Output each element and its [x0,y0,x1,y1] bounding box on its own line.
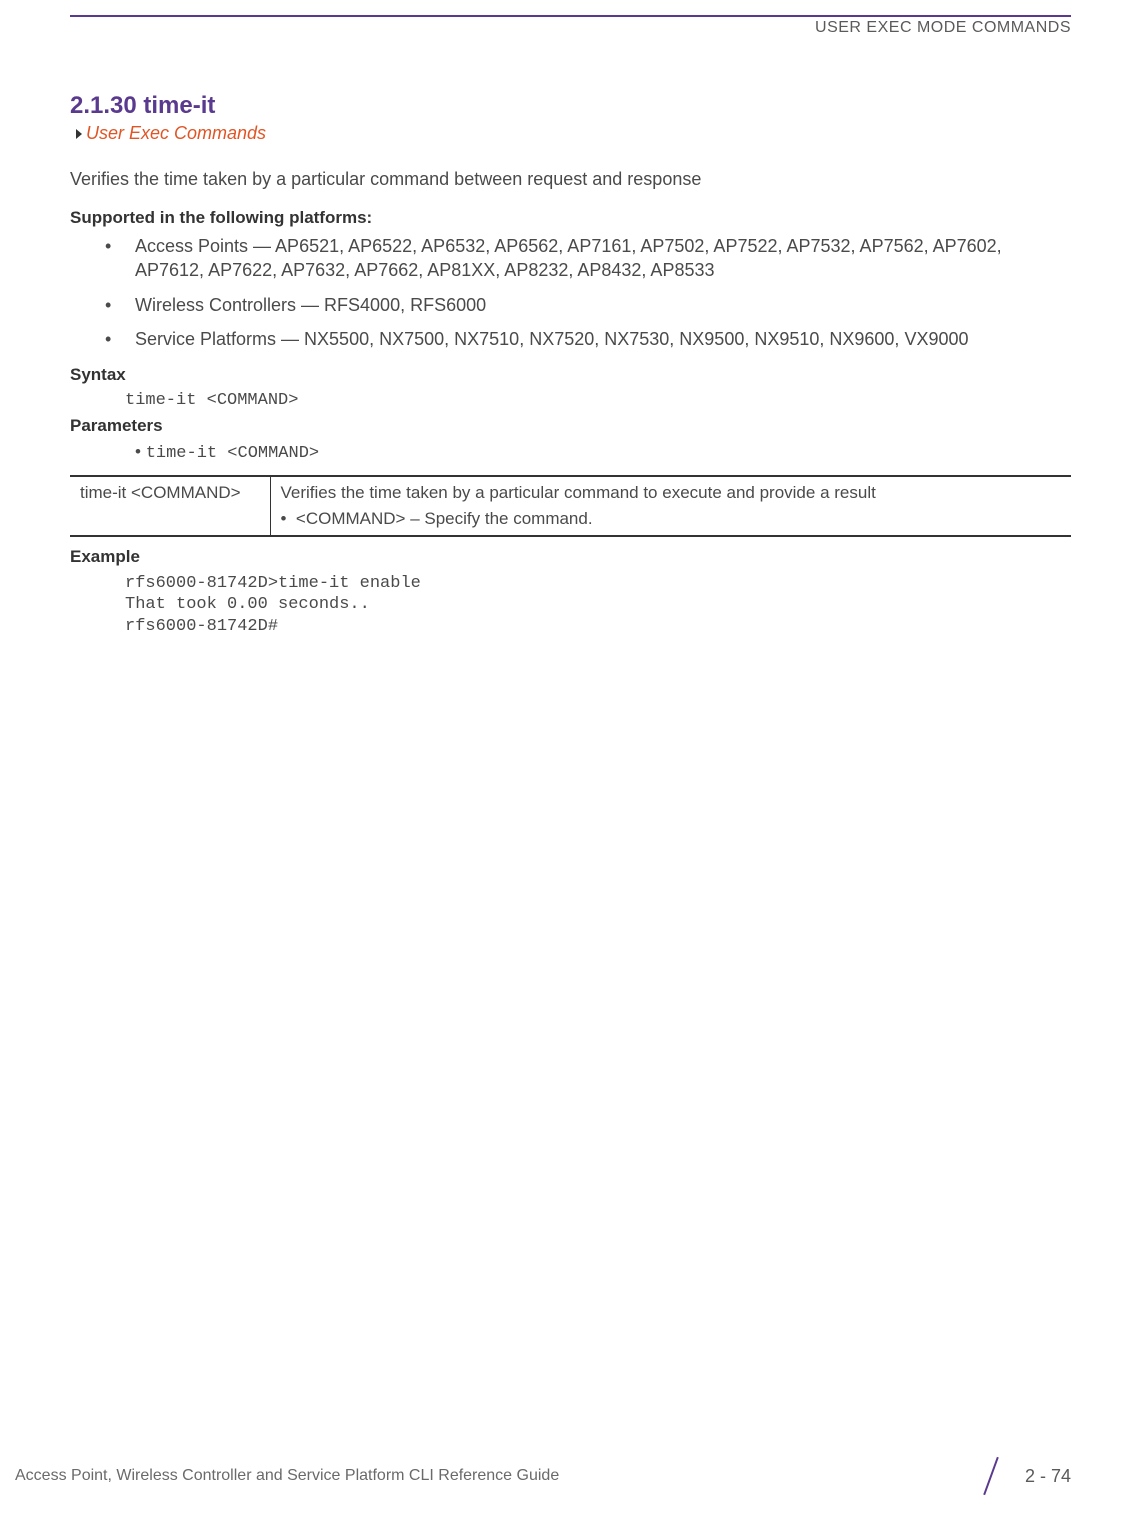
supported-heading: Supported in the following platforms: [70,208,1071,228]
footer-slash-icon [970,1456,1010,1496]
section-description: Verifies the time taken by a particular … [70,169,1071,190]
breadcrumb-link[interactable]: User Exec Commands [86,123,266,144]
parameters-bullet: time-it <COMMAND> [135,442,1071,463]
example-code: rfs6000-81742D>time-it enable That took … [125,573,1071,637]
page-footer: Access Point, Wireless Controller and Se… [0,1456,1126,1496]
param-desc-line: Verifies the time taken by a particular … [281,483,1062,503]
header-title: USER EXEC MODE COMMANDS [70,19,1071,37]
page-content: USER EXEC MODE COMMANDS 2.1.30 time-it U… [0,0,1126,637]
footer-right: 2 - 74 [970,1456,1071,1496]
table-row: time-it <COMMAND> Verifies the time take… [70,476,1071,536]
param-name-cell: time-it <COMMAND> [70,476,270,536]
breadcrumb-arrow-icon [76,129,82,139]
footer-guide-title: Access Point, Wireless Controller and Se… [15,1467,559,1485]
list-item: Access Points — AP6521, AP6522, AP6532, … [105,234,1071,283]
list-item: Wireless Controllers — RFS4000, RFS6000 [105,293,1071,317]
syntax-code: time-it <COMMAND> [125,391,1071,410]
page-number: 2 - 74 [1025,1466,1071,1487]
list-item: Service Platforms — NX5500, NX7500, NX75… [105,327,1071,351]
parameters-table: time-it <COMMAND> Verifies the time take… [70,475,1071,537]
syntax-heading: Syntax [70,365,1071,385]
example-heading: Example [70,547,1071,567]
header-divider [70,15,1071,17]
param-desc-cell: Verifies the time taken by a particular … [270,476,1071,536]
supported-list: Access Points — AP6521, AP6522, AP6532, … [105,234,1071,351]
param-desc-subline: • <COMMAND> – Specify the command. [281,509,1062,529]
breadcrumb: User Exec Commands [70,123,1071,144]
section-title: 2.1.30 time-it [70,92,1071,120]
parameters-heading: Parameters [70,416,1071,436]
